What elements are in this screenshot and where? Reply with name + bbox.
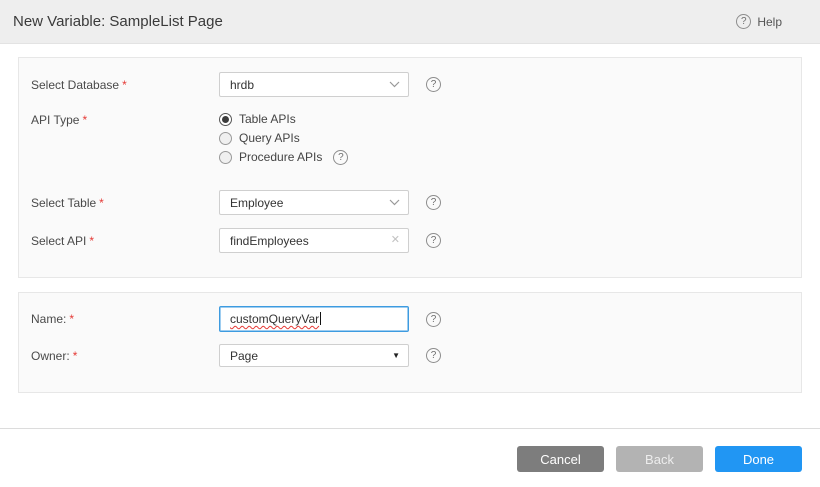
select-api-row: Select API* findEmployees ✕ ? xyxy=(19,228,801,253)
radio-selected-icon xyxy=(219,113,232,126)
procedure-apis-help-icon[interactable]: ? xyxy=(333,150,348,165)
select-api-help-icon[interactable]: ? xyxy=(426,233,441,248)
radio-query-apis[interactable]: Query APIs xyxy=(219,131,348,145)
select-table-help-icon[interactable]: ? xyxy=(426,195,441,210)
dialog-header: New Variable: SampleList Page ? Help xyxy=(0,0,820,44)
required-asterisk: * xyxy=(82,113,87,127)
name-help-icon[interactable]: ? xyxy=(426,312,441,327)
help-label: Help xyxy=(757,15,782,29)
radio-procedure-apis-label: Procedure APIs xyxy=(239,150,322,164)
select-api-input[interactable]: findEmployees ✕ xyxy=(219,228,409,253)
select-table-dropdown[interactable]: Employee xyxy=(219,190,409,215)
clear-icon[interactable]: ✕ xyxy=(391,235,400,246)
select-database-dropdown[interactable]: hrdb xyxy=(219,72,409,97)
chevron-down-icon xyxy=(389,81,400,88)
select-arrow-icon: ▼ xyxy=(392,352,400,360)
radio-unselected-icon xyxy=(219,151,232,164)
select-database-value: hrdb xyxy=(230,78,254,92)
done-button[interactable]: Done xyxy=(715,446,802,472)
required-asterisk: * xyxy=(69,312,74,326)
select-database-help-icon[interactable]: ? xyxy=(426,77,441,92)
footer-divider xyxy=(0,428,820,429)
radio-query-apis-label: Query APIs xyxy=(239,131,300,145)
select-table-label: Select Table* xyxy=(19,196,219,210)
api-type-label: API Type* xyxy=(19,112,219,127)
footer-actions: Cancel Back Done xyxy=(517,446,802,472)
select-table-value: Employee xyxy=(230,196,283,210)
api-selection-panel: Select Database* hrdb ? API Type* Table … xyxy=(18,57,802,278)
text-cursor xyxy=(320,312,321,325)
radio-table-apis-label: Table APIs xyxy=(239,112,296,126)
required-asterisk: * xyxy=(99,196,104,210)
owner-select[interactable]: Page ▼ xyxy=(219,344,409,367)
select-api-value: findEmployees xyxy=(230,234,309,248)
api-type-row: API Type* Table APIs Query APIs Procedur… xyxy=(19,112,801,164)
help-icon: ? xyxy=(736,14,751,29)
variable-details-panel: Name:* customQueryVar ? Owner:* Page ▼ ? xyxy=(18,292,802,393)
help-link[interactable]: ? Help xyxy=(736,14,782,29)
radio-unselected-icon xyxy=(219,132,232,145)
required-asterisk: * xyxy=(89,234,94,248)
required-asterisk: * xyxy=(122,78,127,92)
radio-procedure-apis[interactable]: Procedure APIs ? xyxy=(219,150,348,164)
radio-table-apis[interactable]: Table APIs xyxy=(219,112,348,126)
new-variable-dialog: New Variable: SampleList Page ? Help Sel… xyxy=(0,0,820,487)
name-row: Name:* customQueryVar ? xyxy=(19,306,801,332)
api-type-radio-group: Table APIs Query APIs Procedure APIs ? xyxy=(219,112,348,164)
name-value: customQueryVar xyxy=(230,312,319,326)
select-api-label: Select API* xyxy=(19,234,219,248)
cancel-button[interactable]: Cancel xyxy=(517,446,604,472)
chevron-down-icon xyxy=(389,199,400,206)
owner-label: Owner:* xyxy=(19,349,219,363)
select-database-row: Select Database* hrdb ? xyxy=(19,72,801,97)
owner-row: Owner:* Page ▼ ? xyxy=(19,344,801,367)
select-database-label: Select Database* xyxy=(19,78,219,92)
name-input[interactable]: customQueryVar xyxy=(219,306,409,332)
back-button[interactable]: Back xyxy=(616,446,703,472)
name-label: Name:* xyxy=(19,312,219,326)
owner-value: Page xyxy=(230,349,258,363)
owner-help-icon[interactable]: ? xyxy=(426,348,441,363)
dialog-title: New Variable: SampleList Page xyxy=(13,13,223,30)
required-asterisk: * xyxy=(73,349,78,363)
select-table-row: Select Table* Employee ? xyxy=(19,190,801,215)
